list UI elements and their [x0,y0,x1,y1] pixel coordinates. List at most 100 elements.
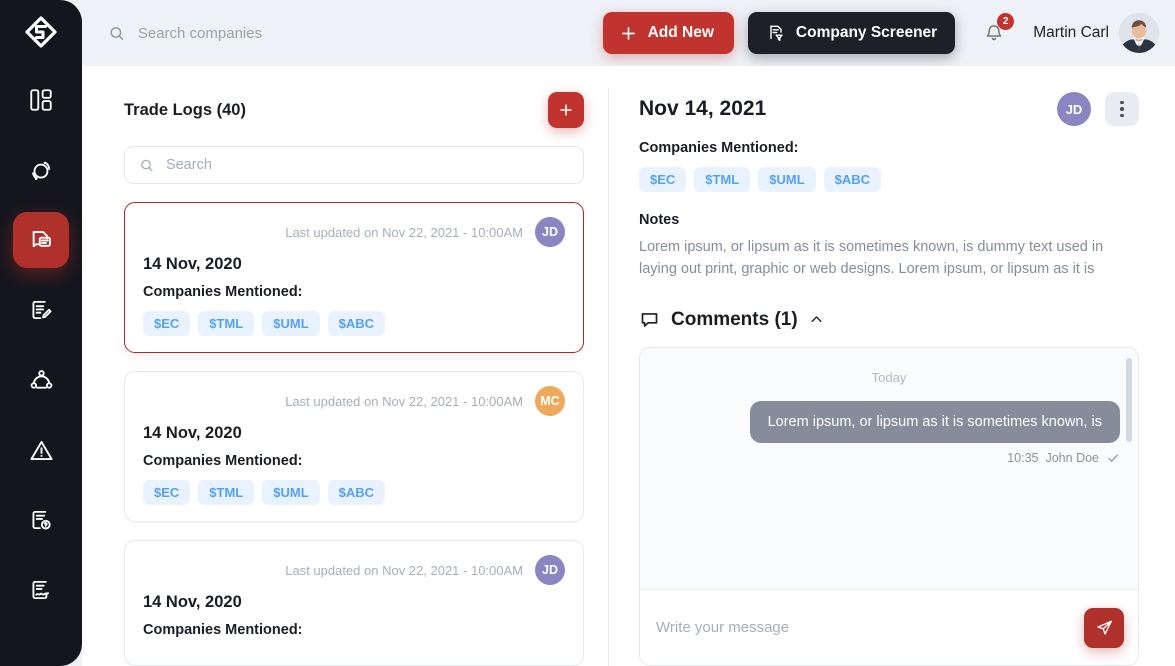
company-tag[interactable]: $ABC [327,480,386,505]
company-tag[interactable]: $UML [758,167,816,192]
global-search[interactable] [102,24,603,43]
trade-logs-search-input[interactable] [165,157,569,173]
sidebar-item-notes[interactable] [13,282,69,338]
document-signature-icon [32,580,49,600]
sidebar-nav [0,72,82,632]
sidebar-item-alerts[interactable] [13,422,69,478]
user-photo-icon [1119,13,1159,53]
send-icon [1096,620,1112,635]
company-tags: $EC $TML $UML $ABC [639,167,1139,192]
alert-triangle-icon [29,440,53,460]
check-icon [1108,454,1118,462]
company-tag[interactable]: $TML [198,311,255,336]
chat-message-input[interactable] [656,619,1072,636]
last-updated-text: Last updated on Nov 22, 2021 - 10:00AM [285,562,523,578]
sidebar-item-signatures[interactable] [13,562,69,618]
avatar: MC [535,386,565,416]
add-new-button[interactable]: Add New [602,12,734,54]
chat-message: Lorem ipsum, or lipsum as it is sometime… [658,400,1120,443]
comments-scrollbar-thumb[interactable] [1126,357,1132,442]
page-title: Trade Logs (40) [124,100,246,119]
company-tags: $EC $TML $UML $ABC [143,311,565,336]
main-area: Add New Company Screener 2 Martin Carl [82,0,1175,666]
comment-bubble-icon [641,313,658,328]
sidebar-item-network[interactable] [13,352,69,408]
chat-input-row [640,589,1138,665]
company-tag[interactable]: $TML [198,480,255,505]
document-edit-icon [32,300,52,320]
detail-header: Nov 14, 2021 JD [639,92,1139,126]
detail-header-actions: JD [1057,92,1139,126]
add-new-label: Add New [647,24,714,41]
trade-log-card-top: Last updated on Nov 22, 2021 - 10:00AM J… [143,555,565,585]
app-logo[interactable] [0,0,82,66]
notes-body: Lorem ipsum, or lipsum as it is sometime… [639,239,1104,278]
company-tags: $EC $TML $UML $ABC [143,480,565,505]
comments-scroll-area: Today Lorem ipsum, or lipsum as it is so… [640,348,1138,589]
trade-log-card-top: Last updated on Nov 22, 2021 - 10:00AM J… [143,217,565,247]
trade-logs-list: Last updated on Nov 22, 2021 - 10:00AM J… [124,202,584,666]
avatar: JD [535,555,565,585]
last-updated-text: Last updated on Nov 22, 2021 - 10:00AM [285,224,523,240]
company-screener-button[interactable]: Company Screener [747,12,956,54]
search-input[interactable] [137,24,603,42]
trade-logs-pane: Trade Logs (40) Search Last updated on N… [82,66,608,666]
company-tag[interactable]: $UML [262,480,320,505]
avatar: JD [535,217,565,247]
search-icon [141,159,153,171]
content: Trade Logs (40) Search Last updated on N… [82,66,1175,666]
company-tag[interactable]: $EC [639,167,687,192]
target-refresh-icon [32,161,51,181]
trade-log-detail-pane: Nov 14, 2021 JD Companies Mentioned: $EC… [609,66,1175,666]
kebab-dot-icon [1120,113,1124,118]
trade-log-card-top: Last updated on Nov 22, 2021 - 10:00AM M… [143,386,565,416]
user-name: Martin Carl [1033,24,1109,41]
company-tag[interactable]: $ABC [327,311,386,336]
notes-title: Notes [639,212,680,228]
chat-day-separator: Today [871,369,907,385]
trade-log-card[interactable]: Last updated on Nov 22, 2021 - 10:00AM J… [124,202,584,353]
company-tag[interactable]: $TML [694,167,751,192]
company-tag[interactable]: $ABC [823,167,882,192]
company-tag[interactable]: $EC [143,480,191,505]
trade-logs-search[interactable] [124,146,584,184]
notification-badge: 2 [997,13,1015,30]
trade-log-date: 14 Nov, 2020 [143,593,242,611]
comments-toggle[interactable]: Comments (1) [639,309,1139,331]
company-tag[interactable]: $UML [262,311,320,336]
trade-log-card[interactable]: Last updated on Nov 22, 2021 - 10:00AM M… [124,371,584,522]
sidebar-item-trade-logs[interactable] [13,212,69,268]
trade-log-icon [32,230,51,247]
chat-message-time: 10:35 [1007,450,1039,465]
companies-mentioned-label: Companies Mentioned: [143,453,303,469]
add-trade-log-button[interactable] [548,92,584,128]
avatar[interactable]: JD [1057,92,1091,126]
chat-message-author: John Doe [1045,450,1099,465]
sidebar-item-targets[interactable] [13,142,69,198]
trade-logs-header: Trade Logs (40) [124,92,584,128]
more-options-button[interactable] [1105,92,1139,126]
comments-title: Comments (1) [671,308,798,330]
chat-message-meta: 10:35 John Doe [658,451,1120,465]
topbar: Add New Company Screener 2 Martin Carl [82,0,1175,66]
send-message-button[interactable] [1084,607,1124,648]
company-tag[interactable]: $EC [143,311,191,336]
avatar[interactable] [1119,13,1159,53]
companies-mentioned-label: Companies Mentioned: [639,140,799,156]
trade-log-date: 14 Nov, 2020 [143,255,242,273]
sidebar [0,0,82,666]
plus-icon [560,104,572,116]
people-network-icon [30,369,52,389]
chat-bubble: Lorem ipsum, or lipsum as it is sometime… [749,400,1120,443]
chevron-up-icon[interactable] [809,312,824,327]
dashboard-icon [30,89,52,111]
detail-title: Nov 14, 2021 [639,97,767,120]
company-screener-label: Company Screener [795,24,938,41]
comments-panel: Today Lorem ipsum, or lipsum as it is so… [639,346,1139,666]
app-root: Add New Company Screener 2 Martin Carl [0,0,1175,666]
trade-log-card[interactable]: Last updated on Nov 22, 2021 - 10:00AM J… [124,540,584,666]
notifications-button[interactable]: 2 [981,13,1015,48]
sidebar-item-help-docs[interactable] [13,492,69,548]
screener-filter-icon [770,25,783,41]
sidebar-item-dashboard[interactable] [13,72,69,128]
